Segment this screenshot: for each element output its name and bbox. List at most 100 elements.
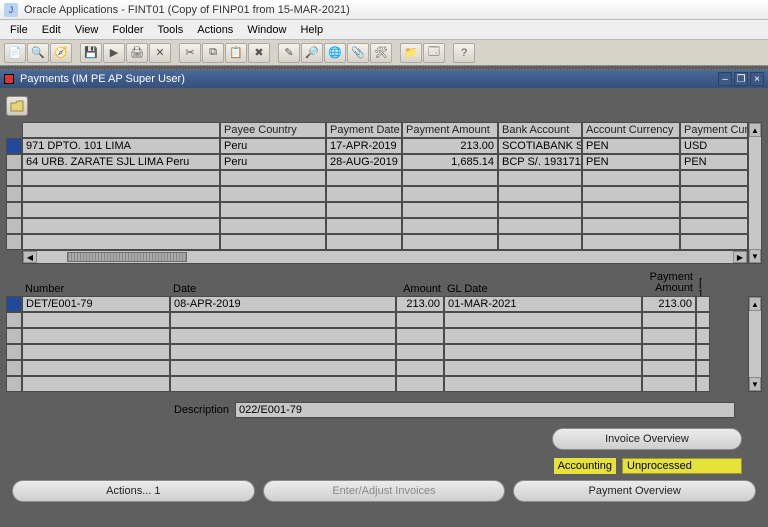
actions-button[interactable]: Actions... 1 — [12, 480, 255, 502]
col-payment-curr[interactable]: Payment Curr — [680, 122, 748, 138]
invoice-overview-button[interactable]: Invoice Overview — [552, 428, 742, 450]
cell-payment-date[interactable]: 17-APR-2019 — [326, 138, 402, 154]
tool-tools-icon[interactable]: 🛠 — [370, 43, 392, 63]
col-payment-amount[interactable]: Payment Amount — [402, 122, 498, 138]
col-payee-country[interactable]: Payee Country — [220, 122, 326, 138]
window-restore-icon[interactable]: ❐ — [734, 72, 748, 86]
col-number: Number — [22, 282, 170, 296]
cell-number[interactable]: DET/E001-79 — [22, 296, 170, 312]
accounting-field[interactable] — [627, 460, 737, 472]
row-marker[interactable] — [6, 360, 22, 376]
cell-payment-date[interactable]: 28-AUG-2019 — [326, 154, 402, 170]
scroll-thumb[interactable] — [67, 252, 187, 262]
tool-paste-icon[interactable]: 📋 — [225, 43, 247, 63]
cell-address[interactable]: 64 URB. ZARATE SJL LIMA Peru — [22, 154, 220, 170]
row-markers — [6, 122, 22, 264]
window-system-icon[interactable] — [4, 74, 14, 84]
tool-attach-icon[interactable]: 📎 — [347, 43, 369, 63]
cell-payment-amount[interactable]: 213.00 — [642, 296, 696, 312]
menu-edit[interactable]: Edit — [36, 22, 67, 38]
cell-bank-account[interactable]: SCOTIABANK S/ — [498, 138, 582, 154]
row-marker[interactable] — [6, 328, 22, 344]
cell-payee-country[interactable]: Peru — [220, 154, 326, 170]
scroll-down-icon[interactable]: ▼ — [749, 249, 761, 263]
scroll-right-icon[interactable]: ▶ — [733, 251, 747, 263]
row-marker[interactable] — [6, 344, 22, 360]
scroll-up-icon[interactable]: ▲ — [749, 123, 761, 137]
menu-folder[interactable]: Folder — [106, 22, 149, 38]
col-amount: Amount — [396, 282, 444, 296]
tool-nav-icon[interactable]: 🧭 — [50, 43, 72, 63]
cell-payment-curr[interactable]: PEN — [680, 154, 748, 170]
scroll-left-icon[interactable]: ◀ — [23, 251, 37, 263]
tool-cut-icon[interactable]: ✂ — [179, 43, 201, 63]
menubar: File Edit View Folder Tools Actions Wind… — [0, 20, 768, 40]
folder-tools-button[interactable] — [6, 96, 28, 116]
window-close-icon[interactable]: × — [750, 72, 764, 86]
payments-grid: Payee Country Payment Date Payment Amoun… — [6, 122, 762, 264]
menu-actions[interactable]: Actions — [191, 22, 239, 38]
tool-window-icon[interactable]: 🗔 — [423, 43, 445, 63]
row-marker[interactable] — [6, 186, 22, 202]
row-marker-active[interactable] — [6, 138, 22, 154]
row-marker[interactable] — [6, 312, 22, 328]
description-field[interactable] — [235, 402, 735, 418]
row-marker[interactable] — [6, 170, 22, 186]
row-marker-active[interactable] — [6, 296, 22, 312]
row-marker[interactable] — [6, 376, 22, 392]
cell-address[interactable]: 971 DPTO. 101 LIMA — [22, 138, 220, 154]
invoice-grid-headers: Number Date Amount GL Date Payment Amoun… — [22, 282, 762, 296]
tool-edit-icon[interactable]: ✎ — [278, 43, 300, 63]
cell-payment-curr[interactable]: USD — [680, 138, 748, 154]
cell-account-currency[interactable]: PEN — [582, 138, 680, 154]
window-minimize-icon[interactable]: – — [718, 72, 732, 86]
cell-payment-amount[interactable]: 1,685.14 — [402, 154, 498, 170]
cell-amount[interactable]: 213.00 — [396, 296, 444, 312]
payment-overview-button[interactable]: Payment Overview — [513, 480, 756, 502]
tool-help-icon[interactable]: ? — [453, 43, 475, 63]
tool-clear-icon[interactable]: ✖ — [248, 43, 270, 63]
tool-print-icon[interactable]: 🖨 — [126, 43, 148, 63]
cell-payee-country[interactable]: Peru — [220, 138, 326, 154]
hscrollbar[interactable]: ◀ ▶ — [22, 250, 748, 264]
menu-help[interactable]: Help — [294, 22, 329, 38]
menu-tools[interactable]: Tools — [152, 22, 190, 38]
cell-account-currency[interactable]: PEN — [582, 154, 680, 170]
app-title: Oracle Applications - FINT01 (Copy of FI… — [24, 4, 350, 16]
cell-bank-account[interactable]: BCP S/. 1931711 — [498, 154, 582, 170]
row-marker[interactable] — [6, 218, 22, 234]
row-marker[interactable] — [6, 234, 22, 250]
col-payment-date[interactable]: Payment Date — [326, 122, 402, 138]
scroll-up-icon[interactable]: ▲ — [749, 297, 761, 311]
col-bank-account[interactable]: Bank Account — [498, 122, 582, 138]
col-account-currency[interactable]: Account Currency — [582, 122, 680, 138]
tool-translate-icon[interactable]: 🌐 — [324, 43, 346, 63]
col-address[interactable] — [22, 122, 220, 138]
table-row[interactable]: 64 URB. ZARATE SJL LIMA Peru Peru 28-AUG… — [22, 154, 748, 170]
scroll-down-icon[interactable]: ▼ — [749, 377, 761, 391]
row-marker[interactable] — [6, 202, 22, 218]
cell-date[interactable]: 08-APR-2019 — [170, 296, 396, 312]
svg-text:J: J — [9, 5, 14, 15]
tool-find-icon[interactable]: 🔍 — [27, 43, 49, 63]
row-marker[interactable] — [6, 154, 22, 170]
tool-copy-icon[interactable]: ⧉ — [202, 43, 224, 63]
vscrollbar[interactable]: ▲ ▼ — [748, 122, 762, 264]
menu-file[interactable]: File — [4, 22, 34, 38]
menu-window[interactable]: Window — [241, 22, 292, 38]
tool-next-icon[interactable]: ▶ — [103, 43, 125, 63]
tool-folder-icon[interactable]: 📁 — [400, 43, 422, 63]
table-row[interactable]: 971 DPTO. 101 LIMA Peru 17-APR-2019 213.… — [22, 138, 748, 154]
cell-payment-amount[interactable]: 213.00 — [402, 138, 498, 154]
table-row[interactable]: DET/E001-79 08-APR-2019 213.00 01-MAR-20… — [22, 296, 748, 312]
col-gl-date: GL Date — [444, 282, 642, 296]
tool-zoom-icon[interactable]: 🔎 — [301, 43, 323, 63]
vscrollbar[interactable]: ▲ ▼ — [748, 296, 762, 392]
window-titlebar[interactable]: Payments (IM PE AP Super User) – ❐ × — [0, 70, 768, 88]
cell-gl-date[interactable]: 01-MAR-2021 — [444, 296, 642, 312]
menu-view[interactable]: View — [69, 22, 105, 38]
tool-new-icon[interactable]: 📄 — [4, 43, 26, 63]
tool-close-icon[interactable]: ✕ — [149, 43, 171, 63]
cell-bracket[interactable] — [696, 296, 710, 312]
tool-save-icon[interactable]: 💾 — [80, 43, 102, 63]
